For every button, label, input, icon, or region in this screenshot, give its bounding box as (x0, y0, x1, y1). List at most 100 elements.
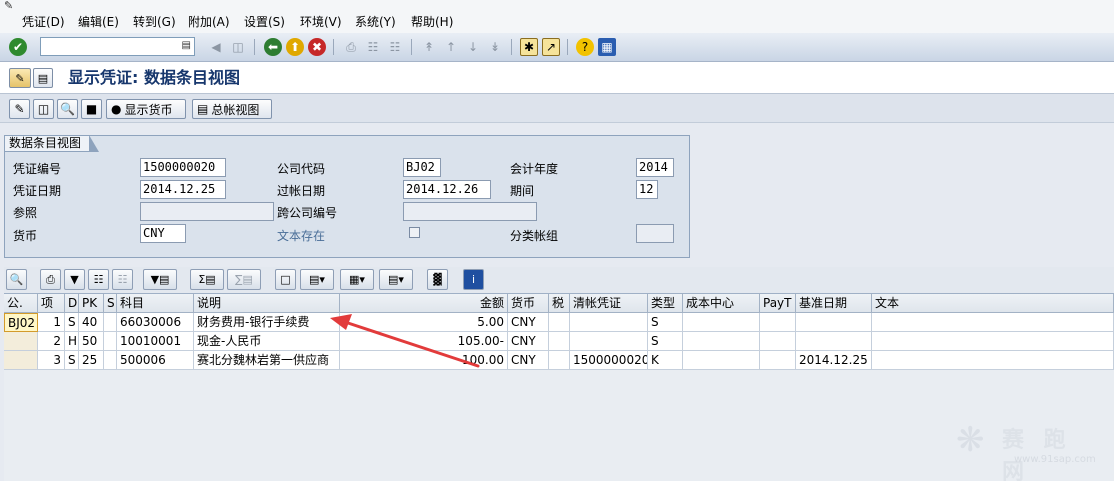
table-row-2-amount[interactable]: 105.00- (340, 332, 508, 351)
table-row-3-description[interactable]: 赛北分魏林岩第一供应商 (194, 351, 340, 370)
find-list-icon[interactable]: ☷ (88, 269, 109, 290)
table-row-3-pk[interactable]: 25 (79, 351, 104, 370)
find-icon[interactable]: ☷ (364, 38, 382, 56)
col-header-tax[interactable]: 税 (549, 294, 570, 313)
table-row-3-cost-center[interactable] (683, 351, 760, 370)
menu-help[interactable]: 帮助(H) (411, 15, 453, 30)
table-row-2-payt[interactable] (760, 332, 796, 351)
export-icon[interactable]: ▤▾ (300, 269, 334, 290)
first-page-icon[interactable]: ↟ (420, 38, 438, 56)
col-header-clearing-doc[interactable]: 清帐凭证 (570, 294, 648, 313)
table-row-1-clearing-doc[interactable] (570, 313, 648, 332)
table-row-3-baseline-date[interactable]: 2014.12.25 (796, 351, 872, 370)
table-row-1-text[interactable] (872, 313, 1114, 332)
menu-environment[interactable]: 环境(V) (300, 15, 342, 30)
menu-extras[interactable]: 附加(A) (188, 15, 230, 30)
taxes-icon[interactable]: ■ (81, 99, 102, 119)
table-row-1-payt[interactable] (760, 313, 796, 332)
table-row-3-s[interactable] (104, 351, 117, 370)
table-row-1-currency[interactable]: CNY (508, 313, 549, 332)
save-icon[interactable]: ◫ (229, 38, 247, 56)
col-header-description[interactable]: 说明 (194, 294, 340, 313)
text-exists-checkbox[interactable] (409, 227, 420, 238)
col-header-dc[interactable]: D (65, 294, 79, 313)
table-row-2-company[interactable] (4, 332, 38, 351)
table-row-2-dc[interactable]: H (65, 332, 79, 351)
table-row-2-type[interactable]: S (648, 332, 683, 351)
table-row-1-amount[interactable]: 5.00 (340, 313, 508, 332)
general-ledger-view-button[interactable]: ▤ 总帐视图 (192, 99, 272, 119)
display-currency-button[interactable]: ● 显示货币 (106, 99, 186, 119)
col-header-pk[interactable]: PK (79, 294, 104, 313)
exit-icon[interactable]: ⬆ (286, 38, 304, 56)
enter-icon[interactable]: ✔ (9, 38, 27, 56)
table-row-3-item[interactable]: 3 (38, 351, 65, 370)
help-icon[interactable]: ? (576, 38, 594, 56)
col-header-amount[interactable]: 金额 (340, 294, 508, 313)
col-header-payt[interactable]: PayT (760, 294, 796, 313)
doc-number-field[interactable]: 1500000020 (140, 158, 226, 177)
previous-icon[interactable]: ◀ (207, 38, 225, 56)
table-row-2-pk[interactable]: 50 (79, 332, 104, 351)
table-row-3-company[interactable] (4, 351, 38, 370)
last-page-icon[interactable]: ↡ (486, 38, 504, 56)
table-row-3-account[interactable]: 500006 (117, 351, 194, 370)
table-row-3-amount[interactable]: 100.00 (340, 351, 508, 370)
col-header-currency[interactable]: 货币 (508, 294, 549, 313)
print-preview-icon[interactable]: □ (275, 269, 296, 290)
table-row-2-baseline-date[interactable] (796, 332, 872, 351)
select-layout-icon[interactable]: ▤▾ (379, 269, 413, 290)
table-row-1-type[interactable]: S (648, 313, 683, 332)
col-header-text[interactable]: 文本 (872, 294, 1114, 313)
menu-settings[interactable]: 设置(S) (244, 15, 285, 30)
create-session-icon[interactable]: ✱ (520, 38, 538, 56)
table-row-2-clearing-doc[interactable] (570, 332, 648, 351)
graphic-icon[interactable]: ▓ (427, 269, 448, 290)
table-row-3-currency[interactable]: CNY (508, 351, 549, 370)
previous-page-icon[interactable]: ↑ (442, 38, 460, 56)
table-row-3-clearing-doc[interactable]: 1500000020 (570, 351, 648, 370)
details-icon[interactable]: 🔍 (6, 269, 27, 290)
fiscal-year-field[interactable]: 2014 (636, 158, 674, 177)
menu-document[interactable]: 凭证(D) (22, 15, 65, 30)
table-row-1-s[interactable] (104, 313, 117, 332)
next-page-icon[interactable]: ↓ (464, 38, 482, 56)
table-row-1-item[interactable]: 1 (38, 313, 65, 332)
table-row-1-description[interactable]: 财务费用-银行手续费 (194, 313, 340, 332)
period-field[interactable]: 12 (636, 180, 658, 199)
company-code-field[interactable]: BJ02 (403, 158, 441, 177)
table-row-2-tax[interactable] (549, 332, 570, 351)
total-icon[interactable]: Σ▤ (190, 269, 224, 290)
table-row-1-baseline-date[interactable] (796, 313, 872, 332)
shortcut-icon[interactable]: ↗ (542, 38, 560, 56)
table-row-2-s[interactable] (104, 332, 117, 351)
table-row-3-text[interactable] (872, 351, 1114, 370)
command-history-icon[interactable]: ▤ (182, 40, 191, 51)
doc-date-field[interactable]: 2014.12.25 (140, 180, 226, 199)
col-header-type[interactable]: 类型 (648, 294, 683, 313)
table-row-1-company[interactable]: BJ02 (4, 313, 38, 332)
ledger-group-field[interactable] (636, 224, 674, 243)
menu-edit[interactable]: 编辑(E) (78, 15, 119, 30)
table-row-1-dc[interactable]: S (65, 313, 79, 332)
change-icon[interactable]: ✎ (9, 99, 30, 119)
table-row-2-account[interactable]: 10010001 (117, 332, 194, 351)
col-header-cost-center[interactable]: 成本中心 (683, 294, 760, 313)
table-row-3-dc[interactable]: S (65, 351, 79, 370)
set-filter-icon[interactable]: ▼▤ (143, 269, 177, 290)
menu-goto[interactable]: 转到(G) (133, 15, 176, 30)
col-header-baseline-date[interactable]: 基准日期 (796, 294, 872, 313)
table-row-2-cost-center[interactable] (683, 332, 760, 351)
command-field[interactable]: ▤ (40, 37, 195, 56)
display-document-icon[interactable]: ◫ (33, 99, 54, 119)
col-header-company[interactable]: 公. (4, 294, 38, 313)
filter-funnel-icon[interactable]: ▼ (64, 269, 85, 290)
table-row-3-payt[interactable] (760, 351, 796, 370)
table-row-1-account[interactable]: 66030006 (117, 313, 194, 332)
find-next-list-icon[interactable]: ☷ (112, 269, 133, 290)
menu-system[interactable]: 系统(Y) (355, 15, 396, 30)
system-menu-icon[interactable]: ✎ (4, 0, 16, 11)
search-icon[interactable]: 🔍 (57, 99, 78, 119)
table-row-1-tax[interactable] (549, 313, 570, 332)
table-row-2-currency[interactable]: CNY (508, 332, 549, 351)
